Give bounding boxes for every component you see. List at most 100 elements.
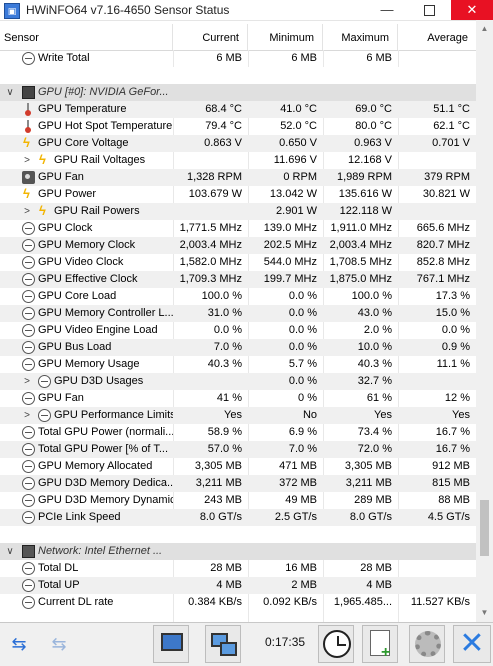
sensor-row[interactable]: > GPU Performance Limits Yes No Yes Yes: [0, 407, 476, 424]
sensor-row[interactable]: Total GPU Power (normali... 58.9 % 6.9 % 73…: [0, 424, 476, 441]
close-sensors-button[interactable]: ✕: [453, 625, 491, 663]
current-value: [173, 373, 248, 390]
sensor-label: GPU Temperature: [38, 103, 127, 115]
sensor-row[interactable]: Current DL rate 0.384 KB/s 0.092 KB/s 1,965…: [0, 594, 476, 611]
sensor-label: GPU [#0]: NVIDIA GeFor...: [38, 86, 169, 98]
column-minimum[interactable]: Minimum: [248, 24, 323, 50]
sensor-name-cell: PCIe Link Speed: [0, 509, 173, 526]
collapse-chevron-icon[interactable]: ∨: [5, 84, 15, 101]
minimum-value: 0.0 %: [288, 341, 317, 353]
bolt-icon: ϟ: [39, 152, 46, 167]
current-value: 68.4 °C: [205, 103, 242, 115]
sensor-row[interactable]: GPU Memory Allocated 3,305 MB 471 MB 3,305 …: [0, 458, 476, 475]
sensor-row[interactable]: > ϟ GPU Rail Voltages 11.696 V 12.168 V: [0, 152, 476, 169]
collapse-chevron-icon[interactable]: ∨: [5, 543, 15, 560]
expand-chevron-icon[interactable]: >: [22, 373, 32, 390]
bolt-icon: ϟ: [39, 203, 46, 218]
scroll-up-arrow-icon[interactable]: ▲: [476, 24, 493, 38]
window-title: HWiNFO64 v7.16-4650 Sensor Status: [26, 3, 230, 17]
sensor-row[interactable]: Total GPU Power [% of T... 57.0 % 7.0 % 72.…: [0, 441, 476, 458]
sensor-row[interactable]: ϟ GPU Power 103.679 W 13.042 W 135.616 W 30.8…: [0, 186, 476, 203]
network-button[interactable]: [205, 625, 241, 663]
nav-arrows-right-icon[interactable]: ⇆: [42, 633, 76, 655]
maximum-value: 2.0 %: [363, 324, 392, 336]
sensor-row[interactable]: Total DL 28 MB 16 MB 28 MB: [0, 560, 476, 577]
maximize-button[interactable]: [408, 0, 450, 20]
clock-icon: [22, 324, 35, 337]
sensor-row[interactable]: GPU Bus Load 7.0 % 0.0 % 10.0 % 0.9 %: [0, 339, 476, 356]
sensor-name-cell: GPU Fan: [0, 390, 173, 407]
column-average[interactable]: Average: [398, 24, 476, 50]
current-value: 1,582.0 MHz: [179, 256, 242, 268]
minimum-value: No: [302, 409, 317, 421]
sensor-row[interactable]: GPU Temperature 68.4 °C 41.0 °C 69.0 °C 51.1…: [0, 101, 476, 118]
average-value: [398, 50, 476, 67]
sensor-row[interactable]: Write Total 6 MB 6 MB 6 MB: [0, 50, 476, 67]
expand-chevron-icon[interactable]: >: [22, 203, 32, 220]
minimum-value: 13.042 W: [269, 188, 317, 200]
sensor-group-row[interactable]: ∨ GPU [#0]: NVIDIA GeFor...: [0, 84, 476, 101]
sensor-row[interactable]: GPU D3D Memory Dynamic 243 MB 49 MB 289 MB 8…: [0, 492, 476, 509]
sensor-row[interactable]: GPU Memory Usage 40.3 % 5.7 % 40.3 % 11.1 %: [0, 356, 476, 373]
thermometer-icon: [25, 103, 31, 116]
sensor-row[interactable]: GPU Effective Clock 1,709.3 MHz 199.7 MHz 1…: [0, 271, 476, 288]
sensor-row[interactable]: GPU D3D Memory Dedica... 3,211 MB 372 MB 3,…: [0, 475, 476, 492]
minimum-value: 5.7 %: [288, 358, 317, 370]
maximum-value: 0.963 V: [354, 137, 392, 149]
network-monitors-icon-secondary: [220, 642, 237, 656]
average-value: 17.3 %: [435, 290, 470, 302]
sensor-name-cell: Write Total: [0, 50, 173, 67]
maximum-value: 135.616 W: [338, 188, 392, 200]
scroll-down-arrow-icon[interactable]: ▼: [476, 608, 493, 622]
average-value: 62.1 °C: [433, 120, 470, 132]
sensor-name-cell: GPU Effective Clock: [0, 271, 173, 288]
sensor-row[interactable]: GPU Video Clock 1,582.0 MHz 544.0 MHz 1,708…: [0, 254, 476, 271]
clock-icon: [38, 375, 51, 388]
sensor-label: GPU Hot Spot Temperature: [38, 120, 173, 132]
column-current[interactable]: Current: [173, 24, 248, 50]
settings-button[interactable]: [409, 625, 445, 663]
average-value: 11.527 KB/s: [410, 596, 470, 608]
sensor-row[interactable]: > ϟ GPU Rail Powers 2.901 W 122.118 W: [0, 203, 476, 220]
average-value: 820.7 MHz: [416, 239, 470, 251]
sensor-row[interactable]: Total UP 4 MB 2 MB 4 MB: [0, 577, 476, 594]
sensor-name-cell: GPU Bus Load: [0, 339, 173, 356]
sensor-monitor-button[interactable]: [153, 625, 189, 663]
sensor-group-row[interactable]: ∨ Network: Intel Ethernet ...: [0, 543, 476, 560]
network-icon: [22, 545, 35, 558]
sensor-row[interactable]: > GPU D3D Usages 0.0 % 32.7 %: [0, 373, 476, 390]
current-value: 7.0 %: [213, 341, 242, 353]
reset-timer-button[interactable]: [318, 625, 354, 663]
maximum-value: 122.118 W: [339, 205, 392, 217]
current-value: 100.0 %: [201, 290, 242, 302]
nav-arrows-left-icon[interactable]: ⇆: [2, 633, 36, 655]
clock-icon: [22, 307, 35, 320]
sensor-row[interactable]: GPU Fan 41 % 0 % 61 % 12 %: [0, 390, 476, 407]
average-value: 11.1 %: [436, 358, 470, 370]
sensor-row[interactable]: ϟ GPU Core Voltage 0.863 V 0.650 V 0.963 V 0.…: [0, 135, 476, 152]
sensor-row[interactable]: GPU Fan 1,328 RPM 0 RPM 1,989 RPM 379 RPM: [0, 169, 476, 186]
vertical-scrollbar[interactable]: ▲ ▼: [476, 20, 493, 622]
sensor-name-cell: ∨ GPU [#0]: NVIDIA GeFor...: [0, 84, 173, 101]
sensor-label: Total GPU Power [% of T...: [38, 443, 169, 455]
minimize-button[interactable]: —: [366, 0, 408, 20]
expand-chevron-icon[interactable]: >: [22, 152, 32, 169]
sensor-name-cell: GPU Video Engine Load: [0, 322, 173, 339]
maximum-value: 289 MB: [354, 494, 392, 506]
hwinfo-app-icon: ▣: [4, 3, 20, 19]
sensor-row[interactable]: GPU Memory Controller L... 31.0 % 0.0 % 43.…: [0, 305, 476, 322]
expand-chevron-icon[interactable]: >: [22, 407, 32, 424]
sensor-row[interactable]: GPU Hot Spot Temperature 79.4 °C 52.0 °C 80…: [0, 118, 476, 135]
scrollbar-thumb[interactable]: [480, 500, 489, 556]
current-value: 6 MB: [216, 52, 242, 64]
sensor-row[interactable]: GPU Core Load 100.0 % 0.0 % 100.0 % 17.3 %: [0, 288, 476, 305]
column-sensor[interactable]: Sensor: [0, 24, 173, 50]
sensor-label: Network: Intel Ethernet ...: [38, 545, 163, 557]
logging-button[interactable]: +: [362, 625, 398, 663]
column-maximum[interactable]: Maximum: [323, 24, 398, 50]
sensor-row[interactable]: GPU Memory Clock 2,003.4 MHz 202.5 MHz 2,00…: [0, 237, 476, 254]
close-button[interactable]: ✕: [451, 0, 493, 20]
sensor-row[interactable]: PCIe Link Speed 8.0 GT/s 2.5 GT/s 8.0 GT/s 4…: [0, 509, 476, 526]
sensor-row[interactable]: GPU Video Engine Load 0.0 % 0.0 % 2.0 % 0.0 …: [0, 322, 476, 339]
sensor-row[interactable]: GPU Clock 1,771.5 MHz 139.0 MHz 1,911.0 MHz…: [0, 220, 476, 237]
